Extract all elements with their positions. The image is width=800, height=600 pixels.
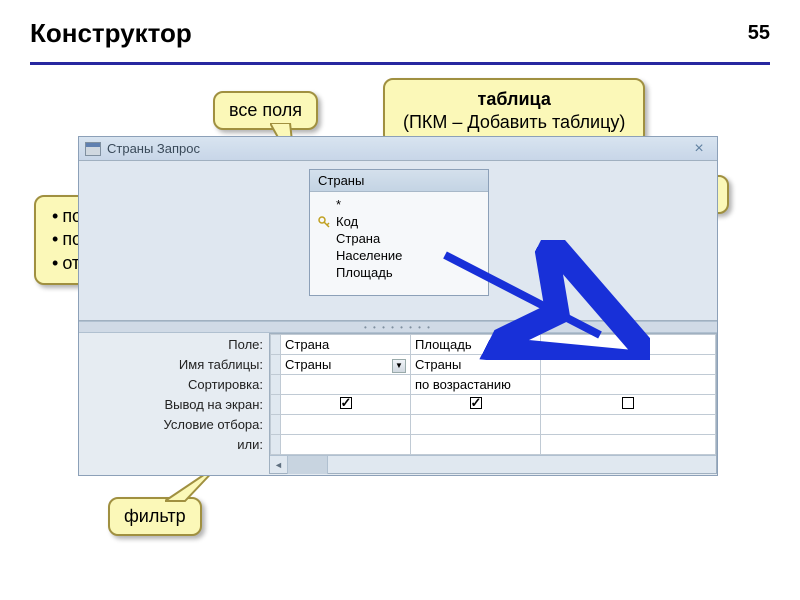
grid-row-or <box>271 435 716 455</box>
table-box[interactable]: Страны * Код Страна Население Площадь <box>309 169 489 296</box>
row-selector[interactable] <box>271 355 281 375</box>
field-star[interactable]: * <box>318 196 480 213</box>
grid-scrollbar[interactable]: ◄ <box>270 455 716 473</box>
row-selector[interactable] <box>271 435 281 455</box>
design-grid: Поле: Имя таблицы: Сортировка: Вывод на … <box>79 333 717 474</box>
label-show: Вывод на экран: <box>79 395 263 415</box>
field-item[interactable]: Страна <box>318 230 480 247</box>
grid-cell-or[interactable] <box>281 435 411 455</box>
callout-filter: фильтр <box>108 497 202 536</box>
scroll-left-icon[interactable]: ◄ <box>270 456 288 474</box>
window-title: Страны Запрос <box>107 141 200 156</box>
row-selector[interactable] <box>271 395 281 415</box>
title-underline <box>30 62 770 65</box>
grid-cell-field[interactable] <box>541 335 716 355</box>
grid-cell-sort[interactable] <box>281 375 411 395</box>
chevron-down-icon[interactable]: ▼ <box>392 359 406 373</box>
grid-cell-criteria[interactable] <box>541 415 716 435</box>
label-field: Поле: <box>79 335 263 355</box>
grid-cell-show[interactable] <box>541 395 716 415</box>
callout-all-fields: все поля <box>213 91 318 130</box>
grid-cell-sort[interactable] <box>541 375 716 395</box>
window-titlebar[interactable]: Страны Запрос × <box>79 137 717 161</box>
grid-cell-or[interactable] <box>541 435 716 455</box>
grid-cell-criteria[interactable] <box>411 415 541 435</box>
grid-cell-or[interactable] <box>411 435 541 455</box>
pane-splitter[interactable]: • • • • • • • • <box>79 321 717 333</box>
field-item[interactable]: Площадь <box>318 264 480 281</box>
key-icon <box>318 216 330 228</box>
label-or: или: <box>79 435 263 455</box>
scroll-thumb[interactable] <box>288 456 328 474</box>
grid-cell-show[interactable] <box>281 395 411 415</box>
grid-row-sort: по возрастанию <box>271 375 716 395</box>
tables-pane[interactable]: Страны * Код Страна Население Площадь <box>79 161 717 321</box>
grid-cell-show[interactable] <box>411 395 541 415</box>
callout-table: таблица (ПКМ – Добавить таблицу) <box>383 78 645 145</box>
field-item[interactable]: Население <box>318 247 480 264</box>
grid-row-criteria <box>271 415 716 435</box>
checkbox-icon[interactable] <box>622 397 634 409</box>
grid-cell-field[interactable]: Площадь <box>411 335 541 355</box>
field-key[interactable]: Код <box>318 213 480 230</box>
label-table: Имя таблицы: <box>79 355 263 375</box>
row-selector[interactable] <box>271 375 281 395</box>
checkbox-icon[interactable] <box>340 397 352 409</box>
page-title: Конструктор <box>30 18 770 49</box>
grid-cell-table[interactable]: Страны▼ <box>281 355 411 375</box>
row-selector[interactable] <box>271 335 281 355</box>
grid-cell-field[interactable]: Страна <box>281 335 411 355</box>
label-criteria: Условие отбора: <box>79 415 263 435</box>
close-icon[interactable]: × <box>687 140 711 158</box>
grid-cell-table[interactable]: Страны <box>411 355 541 375</box>
page-number: 55 <box>748 22 770 45</box>
grid-row-field: Страна Площадь <box>271 335 716 355</box>
query-icon <box>85 142 101 156</box>
label-sort: Сортировка: <box>79 375 263 395</box>
table-box-title[interactable]: Страны <box>310 170 488 192</box>
grid-cell-criteria[interactable] <box>281 415 411 435</box>
grid-row-table: Страны▼ Страны <box>271 355 716 375</box>
grid-cell-sort[interactable]: по возрастанию <box>411 375 541 395</box>
grid-cell-table[interactable] <box>541 355 716 375</box>
row-selector[interactable] <box>271 415 281 435</box>
grid-row-show <box>271 395 716 415</box>
query-designer-window: Страны Запрос × Страны * Код Страна Насе… <box>78 136 718 476</box>
checkbox-icon[interactable] <box>470 397 482 409</box>
